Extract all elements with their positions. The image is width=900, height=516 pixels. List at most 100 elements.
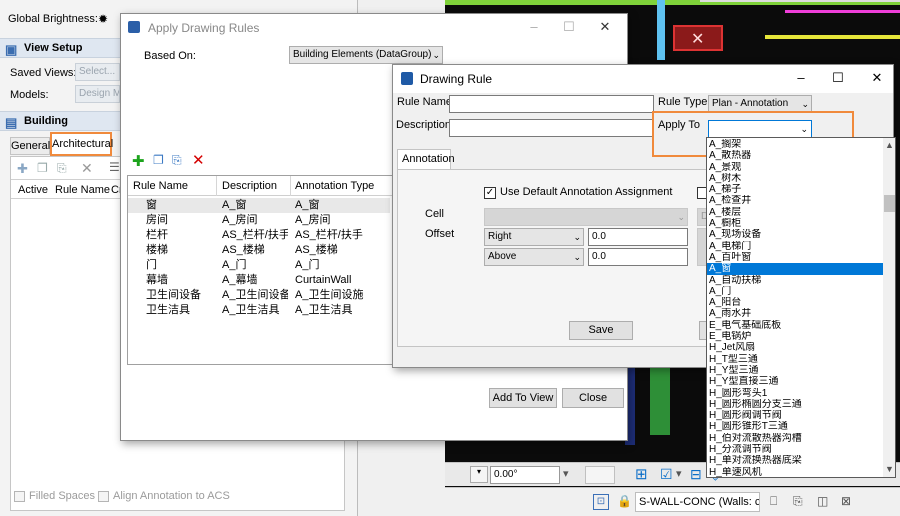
- tab-architectural[interactable]: Architectural: [50, 132, 113, 156]
- align-annotation-checkbox[interactable]: [98, 491, 109, 502]
- rule-name-input[interactable]: [449, 95, 654, 113]
- table-row[interactable]: 门 A_门 A_门: [128, 258, 390, 273]
- status-icon-a[interactable]: ⎕: [770, 494, 777, 509]
- copy-icon[interactable]: ❐: [37, 161, 48, 175]
- drawing-rule-titlebar[interactable]: Drawing Rule – ☐ ✕: [393, 65, 893, 93]
- delete-rule-icon[interactable]: ✕: [192, 151, 205, 169]
- drawing-rule-title: Drawing Rule: [420, 72, 493, 86]
- list-item-selected[interactable]: A_窗: [707, 263, 883, 275]
- list-item[interactable]: H_分流调节阀: [707, 444, 883, 455]
- list-item[interactable]: H_圆形弯头1: [707, 388, 883, 399]
- table-row[interactable]: 卫生洁具 A_卫生洁具 A_卫生洁具: [128, 303, 390, 318]
- close-button[interactable]: Close: [562, 388, 624, 408]
- models-select[interactable]: Design M: [75, 85, 120, 103]
- table-row[interactable]: 卫生间设备 A_卫生间设备 A_卫生间设施: [128, 288, 390, 303]
- list-icon[interactable]: ☰: [109, 160, 120, 174]
- list-item[interactable]: E_电气基础底板: [707, 320, 883, 331]
- copy-rule-icon[interactable]: ❐: [153, 153, 164, 167]
- list-item[interactable]: A_雨水井: [707, 308, 883, 319]
- status-icon-b[interactable]: ⎘: [793, 494, 803, 509]
- description-input[interactable]: [449, 119, 654, 137]
- add-rule-icon[interactable]: ✚: [132, 152, 145, 170]
- import-rule-icon[interactable]: ⎘: [172, 153, 182, 168]
- apply-rules-titlebar[interactable]: Apply Drawing Rules – ☐ ✕: [121, 14, 627, 42]
- table-row[interactable]: 房间 A_房间 A_房间: [128, 213, 390, 228]
- delete-icon[interactable]: ✕: [81, 160, 93, 177]
- list-item[interactable]: A_自动扶梯: [707, 275, 883, 286]
- angle-dropdown-icon[interactable]: ▾: [563, 467, 569, 480]
- chevron-down-icon: ⌄: [432, 50, 440, 60]
- filter-dropdown-icon[interactable]: ▾: [676, 467, 682, 480]
- list-item[interactable]: A_现场设备: [707, 229, 883, 240]
- minimize-icon[interactable]: –: [793, 70, 809, 86]
- add-to-view-button[interactable]: Add To View: [489, 388, 557, 408]
- list-item[interactable]: A_搁架: [707, 139, 883, 150]
- close-icon[interactable]: ✕: [869, 70, 885, 86]
- grid-snap-icon[interactable]: ⊞: [635, 465, 648, 483]
- snap-mode-icon[interactable]: ⊡: [593, 494, 609, 510]
- scroll-up-icon[interactable]: ▲: [885, 140, 894, 150]
- status-icon-c[interactable]: ◫: [817, 494, 828, 508]
- list-item[interactable]: H_T型三通: [707, 354, 883, 365]
- tab-general[interactable]: General: [10, 137, 50, 155]
- list-item[interactable]: A_检查井: [707, 195, 883, 206]
- minimize-icon[interactable]: –: [526, 19, 542, 35]
- list-item[interactable]: A_楼层: [707, 207, 883, 218]
- status-icon-d[interactable]: ⊠: [841, 494, 851, 508]
- scrollbar-thumb[interactable]: [884, 195, 895, 212]
- apply-to-dropdown-list[interactable]: A_搁架 A_散热器 A_景观 A_树木 A_梯子 A_检查井 A_楼层 A_橱…: [706, 137, 896, 478]
- list-item[interactable]: H_圆形椭圆分支三通: [707, 399, 883, 410]
- list-item[interactable]: H_圆形阀调节阀: [707, 410, 883, 421]
- status-bar: ⊡ 🔒 S-WALL-CONC (Walls: c ⎕ ⎘ ◫ ⊠: [445, 487, 900, 516]
- apply-to-label: Apply To: [658, 119, 700, 131]
- list-item[interactable]: H_圆形锥形T三通: [707, 421, 883, 432]
- use-default-checkbox[interactable]: ✓: [484, 187, 496, 199]
- maximize-icon[interactable]: ☐: [830, 70, 846, 86]
- tab-annotation[interactable]: Annotation: [397, 149, 455, 170]
- list-item[interactable]: E_电锅炉: [707, 331, 883, 342]
- brightness-icon[interactable]: ✹: [98, 12, 108, 26]
- list-item[interactable]: H_单对流换热器底梁: [707, 455, 883, 466]
- list-item[interactable]: H_Y型三通: [707, 365, 883, 376]
- add-icon[interactable]: ✚: [17, 161, 28, 177]
- list-item[interactable]: A_阳台: [707, 297, 883, 308]
- maximize-icon[interactable]: ☐: [561, 19, 577, 35]
- list-item[interactable]: A_橱柜: [707, 218, 883, 229]
- list-item[interactable]: A_门: [707, 286, 883, 297]
- list-item[interactable]: H_伯对流散热器沟槽: [707, 433, 883, 444]
- close-icon[interactable]: ✕: [597, 19, 613, 35]
- active-level-field[interactable]: S-WALL-CONC (Walls: c: [635, 492, 760, 512]
- list-item[interactable]: H_Jet风扇: [707, 342, 883, 353]
- table-row[interactable]: 楼梯 AS_楼梯 AS_楼梯: [128, 243, 390, 258]
- list-item[interactable]: A_景观: [707, 162, 883, 173]
- table-row[interactable]: 幕墙 A_幕墙 CurtainWall: [128, 273, 390, 288]
- based-on-select[interactable]: Building Elements (DataGroup) ⌄: [289, 46, 443, 64]
- offset-h-input[interactable]: 0.0: [588, 228, 688, 246]
- cell-select[interactable]: ⌄: [484, 208, 688, 226]
- apply-to-select[interactable]: ⌄: [708, 120, 812, 138]
- list-item[interactable]: A_百叶窗: [707, 252, 883, 263]
- filled-spaces-checkbox[interactable]: [14, 491, 25, 502]
- scroll-down-icon[interactable]: ▼: [885, 464, 894, 474]
- offset-label: Offset: [425, 228, 455, 240]
- list-item[interactable]: H_单速风机: [707, 467, 883, 477]
- check-filter-icon[interactable]: ☑: [660, 466, 673, 483]
- offset-h-select[interactable]: Right ⌄: [484, 228, 584, 246]
- import-icon[interactable]: ⎘: [57, 161, 67, 176]
- table-row[interactable]: 栏杆 AS_栏杆/扶手 AS_栏杆/扶手: [128, 228, 390, 243]
- list-item[interactable]: H_Y型直接三通: [707, 376, 883, 387]
- saved-views-select[interactable]: Select...: [75, 63, 120, 81]
- lock-icon[interactable]: 🔒: [617, 494, 632, 508]
- angle-field[interactable]: 0.00°: [490, 466, 560, 484]
- list-item[interactable]: A_梯子: [707, 184, 883, 195]
- offset-v-select[interactable]: Above ⌄: [484, 248, 584, 266]
- list-item[interactable]: A_电梯门: [707, 241, 883, 252]
- table-row[interactable]: 窗 A_窗 A_窗: [128, 198, 390, 213]
- offset-v-input[interactable]: 0.0: [588, 248, 688, 266]
- list-item[interactable]: A_散热器: [707, 150, 883, 161]
- toolbar-dropdown[interactable]: ▾: [470, 466, 488, 483]
- list-item[interactable]: A_树木: [707, 173, 883, 184]
- layer-icon[interactable]: ⊟: [690, 466, 702, 483]
- scrollbar[interactable]: ▲ ▼: [883, 138, 895, 477]
- save-button[interactable]: Save: [569, 321, 633, 340]
